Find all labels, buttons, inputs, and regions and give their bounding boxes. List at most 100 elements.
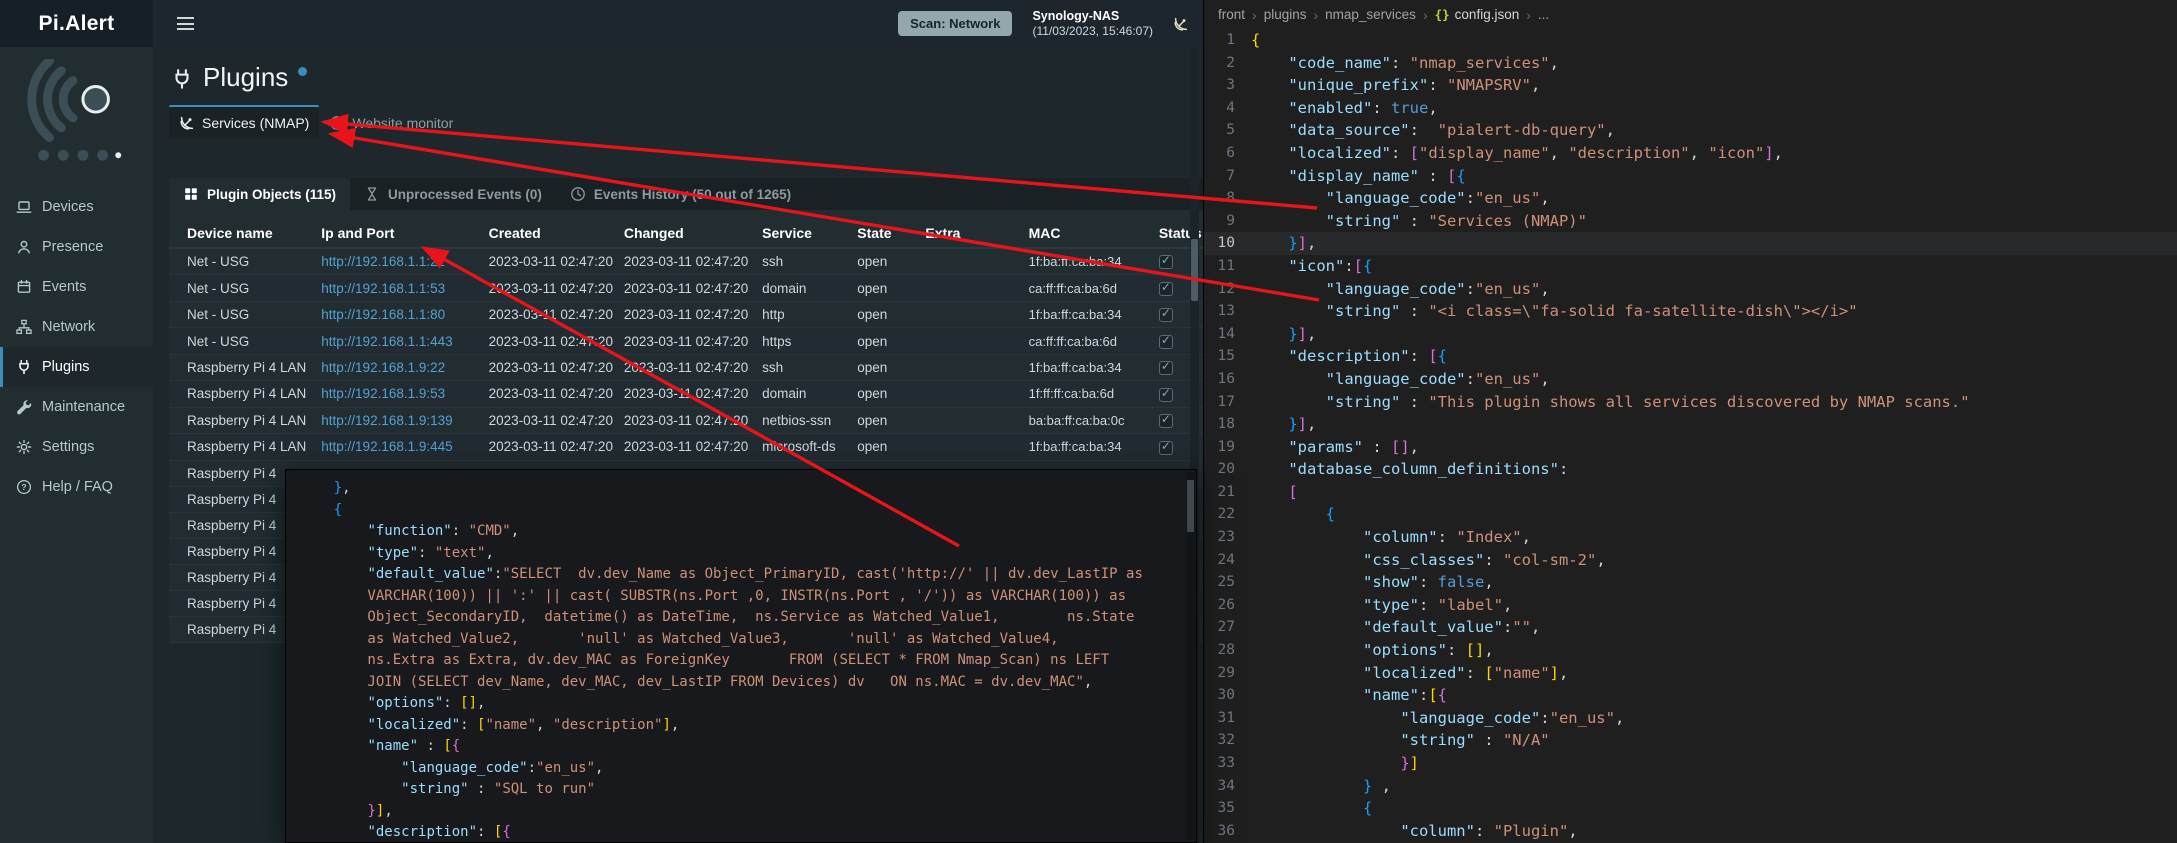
editor-line[interactable]: 16 "language_code":"en_us", [1204, 368, 2177, 391]
subtab-events-history-50-out-of-1265[interactable]: Events History (50 out of 1265) [556, 178, 805, 210]
row-checkbox[interactable] [1159, 282, 1173, 296]
editor-line[interactable]: 35 { [1204, 797, 2177, 820]
ip-port-link[interactable]: http://192.168.1.1:443 [321, 334, 452, 349]
sidebar-item-plugins[interactable]: Plugins [0, 347, 153, 387]
editor-line[interactable]: 27 "default_value":"", [1204, 616, 2177, 639]
editor-line[interactable]: 2 "code_name": "nmap_services", [1204, 52, 2177, 75]
tab-services-nmap[interactable]: Services (NMAP) [169, 105, 319, 139]
editor-line[interactable]: 36 "column": "Plugin", [1204, 820, 2177, 843]
row-checkbox[interactable] [1159, 308, 1173, 322]
subtab-unprocessed-events-0[interactable]: Unprocessed Events (0) [350, 178, 556, 210]
editor-line[interactable]: 11 "icon":[{ [1204, 255, 2177, 278]
cell-created: 2023-03-11 02:47:20 [483, 434, 618, 460]
ip-port-link[interactable]: http://192.168.1.9:22 [321, 360, 445, 375]
row-checkbox[interactable] [1159, 441, 1173, 455]
sidebar-item-maintenance[interactable]: Maintenance [0, 387, 153, 427]
editor-line[interactable]: 19 "params" : [], [1204, 436, 2177, 459]
row-checkbox[interactable] [1159, 414, 1173, 428]
editor-line-text: "language_code":"en_us", [1251, 278, 2177, 301]
ip-port-link[interactable]: http://192.168.1.9:53 [321, 386, 445, 401]
scrollbar-thumb[interactable] [1191, 239, 1198, 301]
overlay-code-line: { [300, 500, 1196, 522]
ip-port-link[interactable]: http://192.168.1.9:139 [321, 413, 452, 428]
sidebar-item-settings[interactable]: Settings [0, 427, 153, 467]
row-checkbox[interactable] [1159, 335, 1173, 349]
topbar: Pi.Alert Scan: Network Synology-NAS (11/… [0, 0, 1203, 47]
cell-state: open [851, 434, 919, 460]
editor-line[interactable]: 17 "string" : "This plugin shows all ser… [1204, 391, 2177, 414]
editor-line[interactable]: 34 } , [1204, 775, 2177, 798]
editor-line-text: } , [1251, 775, 2177, 798]
sidebar-item-label: Network [42, 319, 95, 335]
ip-port-link[interactable]: http://192.168.1.1:53 [321, 281, 445, 296]
editor-line[interactable]: 15 "description": [{ [1204, 345, 2177, 368]
editor-line[interactable]: 21 [ [1204, 481, 2177, 504]
cell-service: domain [756, 275, 851, 301]
ip-port-link[interactable]: http://192.168.1.1:80 [321, 307, 445, 322]
editor-line[interactable]: 6 "localized": ["display_name", "descrip… [1204, 142, 2177, 165]
subtab-plugin-objects-115[interactable]: Plugin Objects (115) [169, 178, 350, 210]
overlay-scrollbar[interactable] [1186, 472, 1195, 840]
editor-line[interactable]: 14 }], [1204, 323, 2177, 346]
editor-line[interactable]: 13 "string" : "<i class=\"fa-solid fa-sa… [1204, 300, 2177, 323]
tab-label: Website monitor [352, 115, 453, 131]
cell-changed: 2023-03-11 02:47:20 [618, 301, 756, 327]
satellite-dish-icon[interactable] [1173, 16, 1189, 32]
editor-line-text: }] [1251, 752, 2177, 775]
cell-state: open [851, 381, 919, 407]
editor-line[interactable]: 32 "string" : "N/A" [1204, 729, 2177, 752]
subtab-label: Events History (50 out of 1265) [594, 187, 791, 202]
sidebar-item-events[interactable]: Events [0, 267, 153, 307]
editor-line[interactable]: 9 "string" : "Services (NMAP)" [1204, 210, 2177, 233]
editor-line-text: "enabled": true, [1251, 97, 2177, 120]
brand-logo[interactable]: Pi.Alert [0, 0, 153, 47]
breadcrumb-item-plugins[interactable]: plugins [1264, 7, 1307, 22]
cell-extra [919, 407, 1022, 433]
editor-line[interactable]: 30 "name":[{ [1204, 684, 2177, 707]
editor-line[interactable]: 8 "language_code":"en_us", [1204, 187, 2177, 210]
breadcrumb-item-front[interactable]: front [1218, 7, 1245, 22]
row-checkbox[interactable] [1159, 388, 1173, 402]
cell-service: ssh [756, 354, 851, 380]
row-checkbox[interactable] [1159, 361, 1173, 375]
editor-code[interactable]: 1{2 "code_name": "nmap_services",3 "uniq… [1204, 29, 2177, 843]
editor-line[interactable]: 29 "localized": ["name"], [1204, 662, 2177, 685]
breadcrumb-item-nmap-services[interactable]: nmap_services [1325, 7, 1416, 22]
editor-line[interactable]: 3 "unique_prefix": "NMAPSRV", [1204, 74, 2177, 97]
row-checkbox[interactable] [1159, 255, 1173, 269]
editor-line[interactable]: 7 "display_name" : [{ [1204, 165, 2177, 188]
editor-line[interactable]: 33 }] [1204, 752, 2177, 775]
editor-line[interactable]: 4 "enabled": true, [1204, 97, 2177, 120]
cell-created: 2023-03-11 02:47:20 [483, 354, 618, 380]
sidebar-item-devices[interactable]: Devices [0, 187, 153, 227]
ip-port-link[interactable]: http://192.168.1.9:445 [321, 439, 452, 454]
sidebar-item-presence[interactable]: Presence [0, 227, 153, 267]
editor-line[interactable]: 12 "language_code":"en_us", [1204, 278, 2177, 301]
editor-line[interactable]: 25 "show": false, [1204, 571, 2177, 594]
overlay-code-line: "description": [{ [300, 822, 1196, 843]
column-header-ip-and-port: Ip and Port [315, 219, 482, 248]
editor-line[interactable]: 18 }], [1204, 413, 2177, 436]
chevron-right-icon: › [1423, 7, 1428, 23]
breadcrumb-item-more[interactable]: ... [1538, 7, 1549, 22]
tab-website-monitor[interactable]: Website monitor [319, 105, 463, 139]
table-row: Net - USGhttp://192.168.1.1:802023-03-11… [169, 301, 1203, 327]
editor-line[interactable]: 10 }], [1204, 232, 2177, 255]
config-snippet-overlay: }, { "function": "CMD", "type": "text", … [285, 469, 1197, 843]
breadcrumb-item-config-json[interactable]: {}config.json [1435, 7, 1520, 22]
editor-line[interactable]: 31 "language_code":"en_us", [1204, 707, 2177, 730]
cell-changed: 2023-03-11 02:47:20 [618, 434, 756, 460]
ip-port-link[interactable]: http://192.168.1.1:22 [321, 254, 445, 269]
editor-line[interactable]: 23 "column": "Index", [1204, 526, 2177, 549]
editor-line[interactable]: 1{ [1204, 29, 2177, 52]
sidebar-item-help-faq[interactable]: ?Help / FAQ [0, 467, 153, 507]
editor-line[interactable]: 22 { [1204, 503, 2177, 526]
sidebar-item-network[interactable]: Network [0, 307, 153, 347]
editor-line[interactable]: 26 "type": "label", [1204, 594, 2177, 617]
editor-line[interactable]: 20 "database_column_definitions": [1204, 458, 2177, 481]
editor-line[interactable]: 24 "css_classes": "col-sm-2", [1204, 549, 2177, 572]
scrollbar-thumb[interactable] [1187, 480, 1194, 532]
editor-line[interactable]: 28 "options": [], [1204, 639, 2177, 662]
sidebar-toggle-button[interactable] [171, 11, 200, 36]
editor-line[interactable]: 5 "data_source": "pialert-db-query", [1204, 119, 2177, 142]
